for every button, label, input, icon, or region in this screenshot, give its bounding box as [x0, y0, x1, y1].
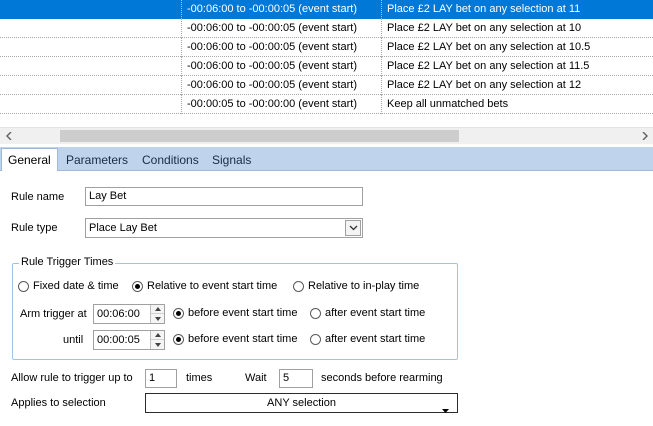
radio-indicator — [310, 307, 321, 319]
radio-indicator — [310, 333, 321, 345]
horizontal-scrollbar[interactable] — [0, 127, 653, 144]
row-trigger-cell: -00:06:00 to -00:00:05 (event start) — [181, 57, 381, 76]
spin-down-icon[interactable] — [151, 340, 164, 349]
chevron-down-icon[interactable] — [345, 220, 361, 236]
row-trigger-cell: -00:06:00 to -00:00:05 (event start) — [181, 38, 381, 57]
radio-arm-before-label: before event start time — [188, 307, 298, 319]
radio-indicator — [132, 280, 143, 292]
radio-arm-after[interactable]: after event start time — [310, 307, 425, 319]
scroll-right-arrow-icon[interactable] — [636, 128, 653, 144]
applies-selection-dropdown[interactable]: ANY selection — [145, 393, 458, 413]
until-time-value: 00:00:05 — [97, 334, 140, 346]
row-action-cell: Place £2 LAY bet on any selection at 10.… — [381, 38, 653, 57]
tab-conditions[interactable]: Conditions — [136, 151, 205, 171]
row-action-cell: Place £2 LAY bet on any selection at 12 — [381, 76, 653, 95]
row-name-cell — [0, 76, 181, 95]
radio-relative-start[interactable]: Relative to event start time — [132, 280, 277, 292]
row-name-cell — [0, 19, 181, 38]
applies-selection-label: Applies to selection — [11, 397, 106, 409]
row-name-cell — [0, 95, 181, 114]
scroll-left-arrow-icon[interactable] — [0, 128, 17, 144]
wait-label: Wait — [245, 372, 267, 384]
radio-relative-start-label: Relative to event start time — [147, 280, 278, 292]
dropdown-arrow-icon[interactable] — [442, 401, 449, 419]
spin-down-icon[interactable] — [151, 314, 164, 323]
applies-selection-value: ANY selection — [267, 397, 336, 409]
radio-until-before[interactable]: before event start time — [173, 333, 297, 345]
radio-until-after[interactable]: after event start time — [310, 333, 425, 345]
rule-name-label: Rule name — [11, 191, 65, 203]
tab-general[interactable]: General — [1, 148, 58, 172]
scrollbar-thumb[interactable] — [60, 130, 459, 142]
row-trigger-cell: -00:00:05 to -00:00:00 (event start) — [181, 95, 381, 114]
rule-row[interactable]: -00:06:00 to -00:00:05 (event start) Pla… — [0, 0, 653, 19]
radio-fixed-label: Fixed date & time — [33, 280, 119, 292]
radio-indicator — [173, 307, 184, 319]
tab-strip: General Parameters Conditions Signals — [0, 147, 653, 172]
allow-trigger-label: Allow rule to trigger up to — [11, 372, 133, 384]
rule-row[interactable]: -00:06:00 to -00:00:05 (event start) Pla… — [0, 76, 653, 95]
spin-up-icon[interactable] — [151, 331, 164, 340]
row-name-cell — [0, 38, 181, 57]
arm-time-value: 00:06:00 — [97, 308, 140, 320]
times-label: times — [186, 372, 213, 384]
row-action-cell: Keep all unmatched bets — [381, 95, 653, 114]
until-time-spinner[interactable]: 00:00:05 — [93, 330, 165, 350]
rule-row[interactable]: -00:06:00 to -00:00:05 (event start) Pla… — [0, 57, 653, 76]
row-trigger-cell: -00:06:00 to -00:00:05 (event start) — [181, 19, 381, 38]
radio-arm-after-label: after event start time — [325, 307, 426, 319]
wait-seconds-input[interactable]: 5 — [279, 369, 313, 388]
trigger-times-title: Rule Trigger Times — [19, 256, 116, 268]
spinner-buttons[interactable] — [150, 331, 164, 349]
rule-row[interactable]: -00:00:05 to -00:00:00 (event start) Kee… — [0, 95, 653, 114]
row-trigger-cell: -00:06:00 to -00:00:05 (event start) — [181, 0, 381, 19]
rule-row[interactable]: -00:06:00 to -00:00:05 (event start) Pla… — [0, 19, 653, 38]
row-action-cell: Place £2 LAY bet on any selection at 11 — [381, 0, 653, 19]
tab-parameters[interactable]: Parameters — [60, 151, 134, 171]
radio-until-after-label: after event start time — [325, 333, 426, 345]
general-panel: Rule name Lay Bet Rule type Place Lay Be… — [0, 171, 653, 426]
radio-relative-inplay[interactable]: Relative to in-play time — [293, 280, 419, 292]
row-action-cell: Place £2 LAY bet on any selection at 11.… — [381, 57, 653, 76]
row-name-cell — [0, 0, 181, 19]
radio-indicator — [18, 280, 29, 292]
radio-indicator — [173, 333, 184, 345]
seconds-rearm-label: seconds before rearming — [321, 372, 443, 384]
row-action-cell: Place £2 LAY bet on any selection at 10 — [381, 19, 653, 38]
rule-type-select[interactable]: Place Lay Bet — [85, 218, 363, 238]
radio-until-before-label: before event start time — [188, 333, 298, 345]
rule-type-label: Rule type — [11, 222, 58, 234]
radio-arm-before[interactable]: before event start time — [173, 307, 297, 319]
row-name-cell — [0, 57, 181, 76]
radio-fixed-datetime[interactable]: Fixed date & time — [18, 280, 119, 292]
until-label: until — [63, 334, 84, 346]
rule-row[interactable]: -00:06:00 to -00:00:05 (event start) Pla… — [0, 38, 653, 57]
spinner-buttons[interactable] — [150, 305, 164, 323]
tab-signals[interactable]: Signals — [206, 151, 257, 171]
rule-type-value: Place Lay Bet — [89, 222, 157, 234]
trigger-count-input[interactable]: 1 — [145, 369, 177, 388]
radio-indicator — [293, 280, 304, 292]
arm-trigger-label: Arm trigger at — [20, 308, 87, 320]
arm-time-spinner[interactable]: 00:06:00 — [93, 304, 165, 324]
rules-grid: -00:06:00 to -00:00:05 (event start) Pla… — [0, 0, 653, 114]
rule-name-input[interactable]: Lay Bet — [85, 187, 363, 206]
row-trigger-cell: -00:06:00 to -00:00:05 (event start) — [181, 76, 381, 95]
radio-relative-inplay-label: Relative to in-play time — [308, 280, 420, 292]
spin-up-icon[interactable] — [151, 305, 164, 314]
